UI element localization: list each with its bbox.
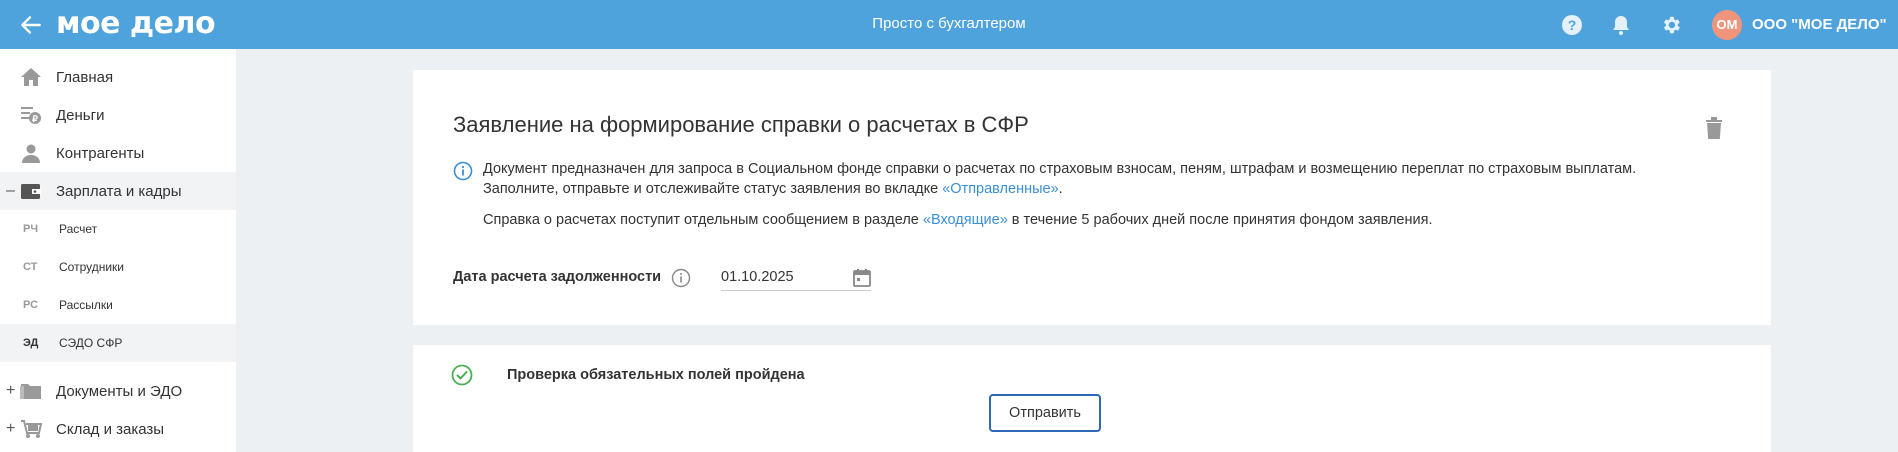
sidebar-subitem-mailings[interactable]: РС Рассылки <box>0 286 236 324</box>
subitem-abbr: РЧ <box>23 223 39 235</box>
wallet-icon <box>21 184 41 199</box>
info-text-1: Документ предназначен для запроса в Соци… <box>483 161 1637 177</box>
sidebar-item-label: Главная <box>56 68 114 86</box>
debt-date-label: Дата расчета задолженности <box>453 269 662 285</box>
check-circle-icon <box>451 364 473 386</box>
debt-date-input[interactable] <box>721 263 871 291</box>
sidebar-item-label: Контрагенты <box>56 144 145 162</box>
sidebar-item-label: Зарплата и кадры <box>56 182 182 200</box>
expand-toggle[interactable]: + <box>6 382 15 400</box>
sidebar-item-salary[interactable]: – Зарплата и кадры <box>0 172 236 210</box>
sidebar-item-money[interactable]: ₽ Деньги <box>0 96 236 134</box>
avatar[interactable]: ОМ <box>1712 10 1742 40</box>
send-button[interactable]: Отправить <box>989 394 1101 432</box>
calendar-icon[interactable] <box>852 268 872 288</box>
document-card: Заявление на формирование справки о расч… <box>413 70 1771 325</box>
info-text-2-suffix: . <box>1058 181 1063 197</box>
subitem-abbr: РС <box>23 299 39 311</box>
folder-icon <box>20 384 41 399</box>
sent-tab-link[interactable]: «Отправленные» <box>942 181 1058 197</box>
sidebar-subitem-calculation[interactable]: РЧ Расчет <box>0 210 236 248</box>
info-icon <box>453 161 473 181</box>
info-text-3-suffix: в течение 5 рабочих дней после принятия … <box>1007 212 1433 228</box>
subitem-label: Расчет <box>59 222 98 236</box>
collapse-toggle[interactable]: – <box>6 182 15 200</box>
expand-toggle[interactable]: + <box>6 420 15 438</box>
sidebar-item-warehouse[interactable]: + Склад и заказы <box>0 410 236 448</box>
sidebar-item-documents[interactable]: + Документы и ЭДО <box>0 372 236 410</box>
sidebar-item-label: Склад и заказы <box>56 420 165 438</box>
company-name[interactable]: ООО "МОЕ ДЕЛО" <box>1752 16 1887 33</box>
info-text-3-prefix: Справка о расчетах поступит отдельным со… <box>483 212 923 228</box>
sidebar-item-label: Документы и ЭДО <box>56 382 183 400</box>
gear-icon[interactable] <box>1659 13 1683 37</box>
subitem-abbr: СТ <box>23 261 38 273</box>
trash-icon[interactable] <box>1703 116 1725 140</box>
inbox-link[interactable]: «Входящие» <box>923 212 1008 228</box>
svg-text:?: ? <box>1568 17 1577 33</box>
info-text-3: Справка о расчетах поступит отдельным со… <box>483 212 1432 228</box>
page-title: Заявление на формирование справки о расч… <box>453 112 1029 137</box>
sidebar-subitem-sedo[interactable]: ЭД СЭДО СФР <box>0 324 236 362</box>
bell-icon[interactable] <box>1609 13 1633 37</box>
sidebar-subitem-employees[interactable]: СТ Сотрудники <box>0 248 236 286</box>
sidebar-item-home[interactable]: Главная <box>0 58 236 96</box>
sidebar: Главная ₽ Деньги Контрагенты – Зарплата … <box>0 49 236 452</box>
validation-status: Проверка обязательных полей пройдена <box>507 367 805 383</box>
info-text-2: Заполните, отправьте и отслеживайте стат… <box>483 181 1063 197</box>
top-bar: мое дело Просто с бухгалтером ? ОМ ООО "… <box>0 0 1898 49</box>
info-text-2-prefix: Заполните, отправьте и отслеживайте стат… <box>483 181 943 197</box>
sidebar-item-contractors[interactable]: Контрагенты <box>0 134 236 172</box>
validation-card: Проверка обязательных полей пройдена Отп… <box>413 345 1771 452</box>
help-icon[interactable]: ? <box>1560 13 1584 37</box>
subitem-label: СЭДО СФР <box>59 336 123 350</box>
home-icon <box>21 68 41 86</box>
subitem-label: Сотрудники <box>59 260 124 274</box>
subitem-abbr: ЭД <box>23 337 39 349</box>
money-icon: ₽ <box>21 107 41 124</box>
subitem-label: Рассылки <box>59 298 113 312</box>
sidebar-item-label: Деньги <box>56 106 105 124</box>
info-circle-icon[interactable] <box>671 268 691 288</box>
cart-icon <box>21 420 42 438</box>
svg-text:₽: ₽ <box>32 114 38 124</box>
contractors-icon <box>22 144 40 163</box>
